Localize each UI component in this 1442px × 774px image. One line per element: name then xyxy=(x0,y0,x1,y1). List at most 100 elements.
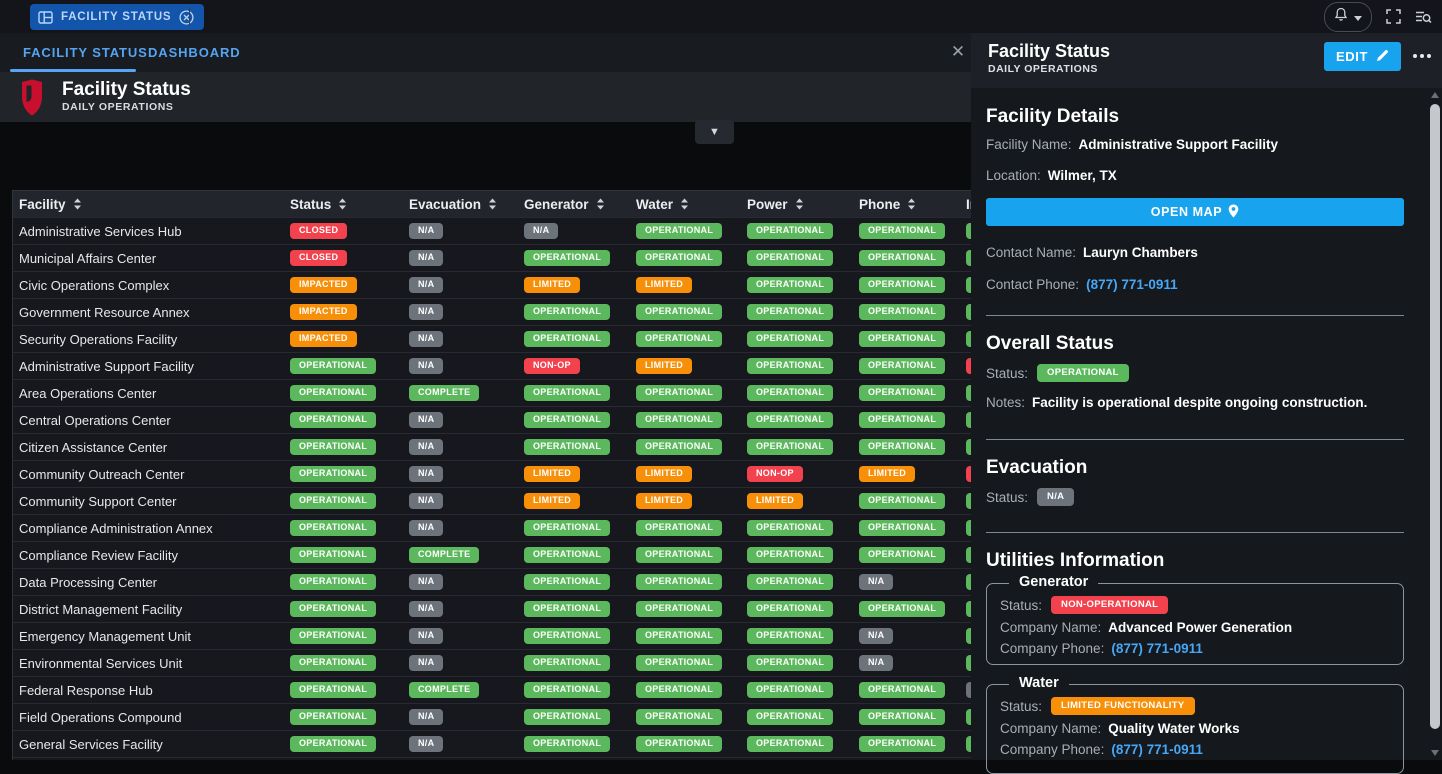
top-window-bar: FACILITY STATUS xyxy=(0,0,1442,33)
status-cell: OPERATIONAL xyxy=(290,709,409,725)
status-badge: LIMITED xyxy=(524,277,580,293)
more-options-icon[interactable] xyxy=(1409,46,1435,66)
generator-cell: OPERATIONAL xyxy=(524,574,636,590)
table-row[interactable]: Community Outreach CenterOPERATIONALN/AL… xyxy=(13,461,971,488)
status-badge: OPERATIONAL xyxy=(290,493,376,509)
table-row[interactable]: Central Operations CenterOPERATIONALN/AO… xyxy=(13,407,971,434)
search-list-icon[interactable] xyxy=(1415,10,1432,24)
facility-name-cell: Citizen Assistance Center xyxy=(13,440,290,455)
status-badge: OPERATIONAL xyxy=(859,358,945,374)
status-cell: OPERATIONAL xyxy=(290,412,409,428)
table-row[interactable]: Field Operations CompoundOPERATIONALN/AO… xyxy=(13,704,971,731)
open-map-label: OPEN MAP xyxy=(1151,205,1222,219)
generator-cell: OPERATIONAL xyxy=(524,709,636,725)
table-row[interactable]: Security Operations FacilityIMPACTEDN/AO… xyxy=(13,326,971,353)
scrollbar-thumb[interactable] xyxy=(1430,104,1440,729)
table-row[interactable]: District Management FacilityOPERATIONALN… xyxy=(13,596,971,623)
table-row[interactable]: Community Support CenterOPERATIONALN/ALI… xyxy=(13,488,971,515)
edit-button[interactable]: EDIT xyxy=(1324,42,1401,71)
location-value: Wilmer, TX xyxy=(1048,168,1117,183)
fullscreen-icon[interactable] xyxy=(1386,9,1401,24)
column-header-phone[interactable]: Phone xyxy=(859,197,966,212)
power-cell: OPERATIONAL xyxy=(747,223,859,239)
table-row[interactable]: Administrative Support FacilityOPERATION… xyxy=(13,353,971,380)
table-row[interactable]: General Services FacilityOPERATIONALN/AO… xyxy=(13,731,971,758)
table-row[interactable]: Emergency Management UnitOPERATIONALN/AO… xyxy=(13,623,971,650)
open-map-button[interactable]: OPEN MAP xyxy=(986,198,1404,226)
phone-cell: OPERATIONAL xyxy=(859,601,966,617)
evacuation-cell: COMPLETE xyxy=(409,682,524,698)
status-badge: OPERATIONAL xyxy=(524,331,610,347)
evacuation-cell: COMPLETE xyxy=(409,385,524,401)
generator-cell: LIMITED xyxy=(524,493,636,509)
status-badge: N/A xyxy=(409,223,443,239)
contact-phone-link[interactable]: (877) 771-0911 xyxy=(1086,277,1178,292)
column-header-generator[interactable]: Generator xyxy=(524,197,636,212)
water-company-label: Company Name: xyxy=(1000,721,1101,736)
phone-cell: OPERATIONAL xyxy=(859,682,966,698)
water-legend: Water xyxy=(1009,675,1069,691)
content-area: ▼ Facility StatusEvacuationGeneratorWater… xyxy=(0,122,971,760)
status-badge: IMPACTED xyxy=(290,304,357,320)
panel-scrollbar[interactable] xyxy=(1429,90,1441,758)
generator-cell: OPERATIONAL xyxy=(524,655,636,671)
phone-cell: OPERATIONAL xyxy=(859,358,966,374)
status-badge: OPERATIONAL xyxy=(859,412,945,428)
table-row[interactable]: Citizen Assistance CenterOPERATIONALN/AO… xyxy=(13,434,971,461)
status-cell: OPERATIONAL xyxy=(290,682,409,698)
column-label: Facility xyxy=(19,197,66,212)
facility-name-cell: Central Operations Center xyxy=(13,413,290,428)
window-tab-close-icon[interactable] xyxy=(179,10,194,25)
status-badge: OPERATIONAL xyxy=(747,628,833,644)
scroll-up-icon[interactable] xyxy=(1431,92,1439,98)
overall-status-heading: Overall Status xyxy=(986,333,1114,355)
water-cell: OPERATIONAL xyxy=(636,385,747,401)
table-row[interactable]: Area Operations CenterOPERATIONALCOMPLET… xyxy=(13,380,971,407)
table-row[interactable]: Civic Operations ComplexIMPACTEDN/ALIMIT… xyxy=(13,272,971,299)
phone-cell: OPERATIONAL xyxy=(859,493,966,509)
table-row[interactable]: Environmental Services UnitOPERATIONALN/… xyxy=(13,650,971,677)
panel-title: Facility Status xyxy=(988,41,1110,62)
generator-cell: LIMITED xyxy=(524,466,636,482)
scroll-down-icon[interactable] xyxy=(1431,750,1439,756)
water-cell: LIMITED xyxy=(636,358,747,374)
water-phone-link[interactable]: (877) 771-0911 xyxy=(1111,742,1203,757)
status-cell: OPERATIONAL xyxy=(290,439,409,455)
status-badge: N/A xyxy=(409,250,443,266)
generator-phone-link[interactable]: (877) 771-0911 xyxy=(1111,641,1203,656)
evacuation-cell: COMPLETE xyxy=(409,547,524,563)
collapse-toggle-button[interactable]: ▼ xyxy=(695,120,734,144)
notifications-button[interactable] xyxy=(1324,2,1372,32)
facility-name-cell: Community Outreach Center xyxy=(13,467,290,482)
water-cell: OPERATIONAL xyxy=(636,547,747,563)
close-icon[interactable]: ✕ xyxy=(948,42,968,62)
window-tab-facility-status[interactable]: FACILITY STATUS xyxy=(30,4,204,30)
table-row[interactable]: Administrative Services HubCLOSEDN/AN/AO… xyxy=(13,218,971,245)
overall-status-badge: OPERATIONAL xyxy=(1037,364,1129,382)
table-row[interactable]: Government Resource AnnexIMPACTEDN/AOPER… xyxy=(13,299,971,326)
tab-dashboard[interactable]: DASHBOARD xyxy=(148,33,241,72)
water-cell: OPERATIONAL xyxy=(636,601,747,617)
table-row[interactable]: Data Processing CenterOPERATIONALN/AOPER… xyxy=(13,569,971,596)
column-header-power[interactable]: Power xyxy=(747,197,859,212)
tab-facility-status[interactable]: FACILITY STATUS xyxy=(23,33,148,72)
column-header-evacuation[interactable]: Evacuation xyxy=(409,197,524,212)
facility-name-cell: Community Support Center xyxy=(13,494,290,509)
table-row[interactable]: Compliance Review FacilityOPERATIONALCOM… xyxy=(13,542,971,569)
evacuation-status-row: Status: N/A xyxy=(986,488,1074,506)
status-badge: OPERATIONAL xyxy=(636,547,722,563)
status-cell: CLOSED xyxy=(290,250,409,266)
table-row[interactable]: Compliance Administration AnnexOPERATION… xyxy=(13,515,971,542)
detail-panel-header: Facility Status DAILY OPERATIONS EDIT xyxy=(971,33,1442,88)
facility-table: Facility StatusEvacuationGeneratorWaterPo… xyxy=(12,190,971,760)
table-row[interactable]: Federal Response HubOPERATIONALCOMPLETEO… xyxy=(13,677,971,704)
status-badge: OPERATIONAL xyxy=(859,547,945,563)
phone-cell: LIMITED xyxy=(859,466,966,482)
status-badge: N/A xyxy=(409,331,443,347)
table-row[interactable]: Municipal Affairs CenterCLOSEDN/AOPERATI… xyxy=(13,245,971,272)
evacuation-cell: N/A xyxy=(409,574,524,590)
power-cell: OPERATIONAL xyxy=(747,655,859,671)
column-header-water[interactable]: Water xyxy=(636,197,747,212)
column-header-facility[interactable]: Facility xyxy=(13,197,290,212)
column-header-status[interactable]: Status xyxy=(290,197,409,212)
